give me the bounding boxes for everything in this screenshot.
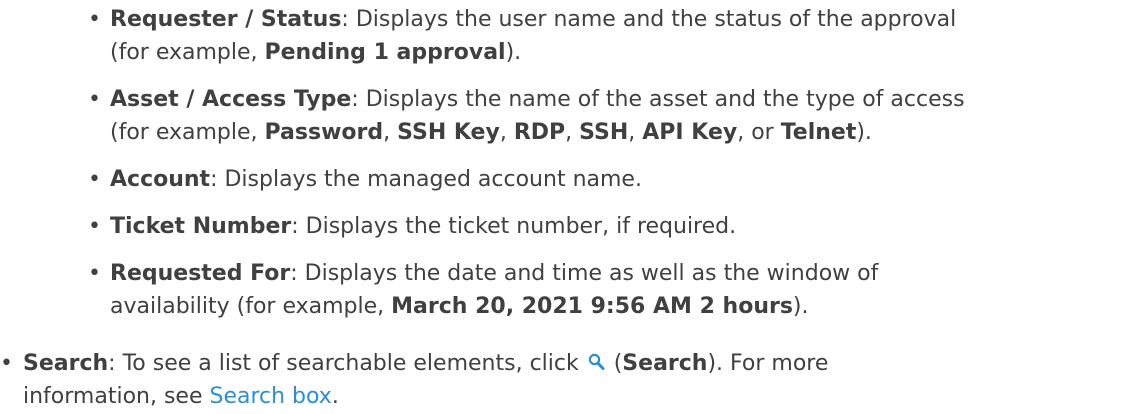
- search-icon-label: Search: [622, 351, 708, 376]
- example-value: Pending 1 approval: [264, 40, 506, 65]
- description-text: : To see a list of searchable elements, …: [108, 351, 586, 376]
- term-requester-status: Requester / Status: [110, 7, 342, 32]
- list-item-requester-status: • Requester / Status: Displays the user …: [88, 3, 1148, 69]
- description-text: ).: [792, 294, 809, 319]
- search-box-link[interactable]: Search box: [209, 384, 331, 409]
- bullet: •: [88, 261, 101, 286]
- separator: ,: [383, 120, 398, 145]
- search-icon[interactable]: [588, 348, 605, 370]
- example-value: March 20, 2021 9:56 AM 2 hours: [391, 294, 793, 319]
- description-text: : Displays the name of the asset and the…: [351, 87, 965, 112]
- description-text: .: [331, 384, 339, 409]
- description-text: : Displays the date and time as well as …: [290, 261, 879, 286]
- bullet: •: [88, 214, 101, 239]
- example-value: SSH Key: [397, 120, 500, 145]
- separator: ,: [628, 120, 643, 145]
- description-text: ).: [505, 40, 522, 65]
- description-text: : Displays the managed account name.: [210, 167, 642, 192]
- field-description-list: • Requester / Status: Displays the user …: [88, 3, 1148, 337]
- term-account: Account: [110, 167, 211, 192]
- example-value: API Key: [642, 120, 738, 145]
- term-ticket-number: Ticket Number: [110, 214, 292, 239]
- search-description-list: • Search: To see a list of searchable el…: [0, 347, 1148, 413]
- list-item-asset-access-type: • Asset / Access Type: Displays the name…: [88, 83, 1148, 149]
- description-text: : Displays the ticket number, if require…: [291, 214, 737, 239]
- document-page: • Requester / Status: Displays the user …: [0, 0, 1148, 414]
- bullet: •: [88, 87, 101, 112]
- bullet: •: [88, 167, 101, 192]
- separator: ,: [565, 120, 580, 145]
- list-item-account: • Account: Displays the managed account …: [88, 163, 1148, 196]
- description-text: (: [606, 351, 623, 376]
- description-text: (for example,: [110, 120, 265, 145]
- example-value: Password: [264, 120, 384, 145]
- list-item-search: • Search: To see a list of searchable el…: [0, 347, 1148, 413]
- term-asset-access-type: Asset / Access Type: [110, 87, 352, 112]
- term-search: Search: [23, 351, 109, 376]
- example-value: SSH: [579, 120, 629, 145]
- description-text: ). For more: [707, 351, 829, 376]
- description-text: information, see: [23, 384, 210, 409]
- description-text: : Displays the user name and the status …: [341, 7, 957, 32]
- description-text: availability (for example,: [110, 294, 392, 319]
- bullet: •: [0, 351, 13, 376]
- description-text: (for example,: [110, 40, 265, 65]
- list-item-ticket-number: • Ticket Number: Displays the ticket num…: [88, 210, 1148, 243]
- separator: , or: [737, 120, 781, 145]
- bullet: •: [88, 7, 101, 32]
- description-text: ).: [856, 120, 872, 145]
- example-value: RDP: [513, 120, 566, 145]
- term-requested-for: Requested For: [110, 261, 291, 286]
- separator: ,: [499, 120, 514, 145]
- example-value: Telnet: [780, 120, 857, 145]
- list-item-requested-for: • Requested For: Displays the date and t…: [88, 257, 1148, 323]
